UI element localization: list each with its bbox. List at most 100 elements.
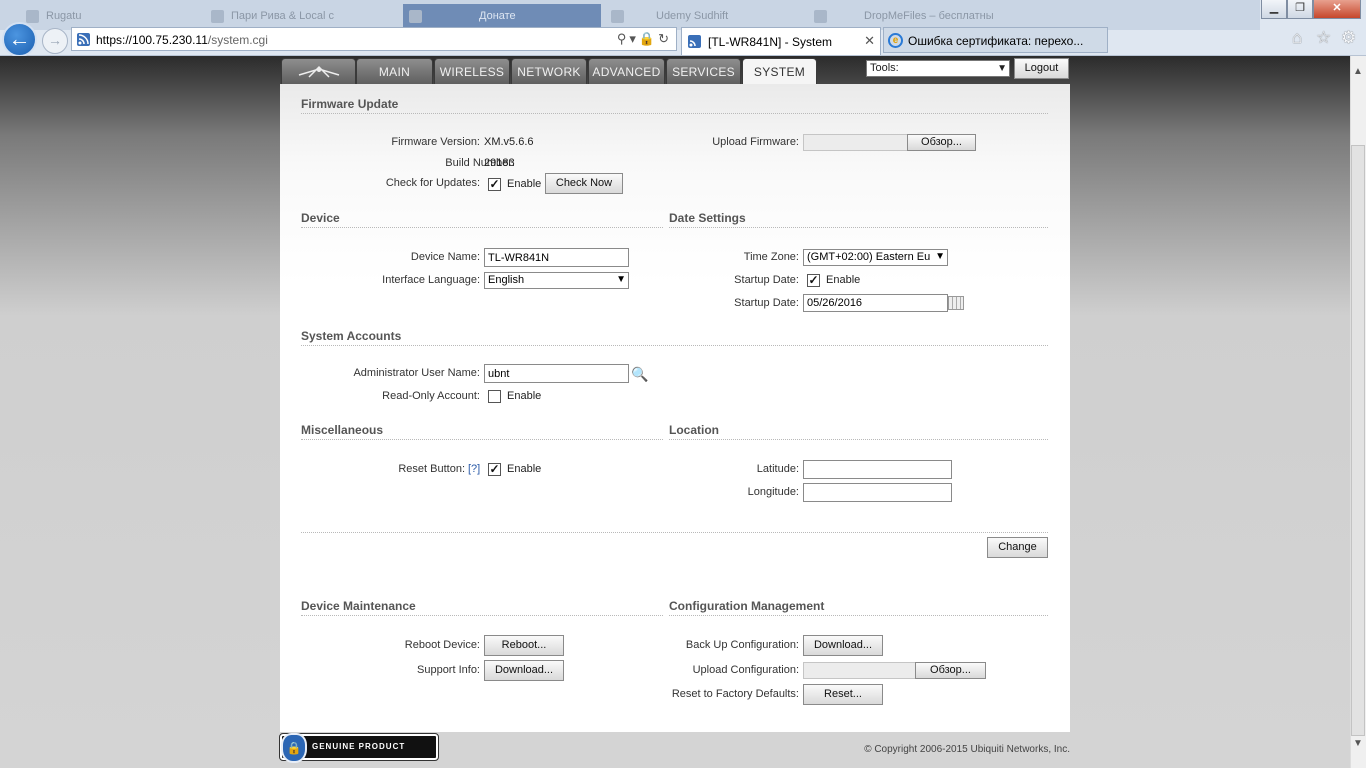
check-updates-enable-label: Enable <box>507 178 542 190</box>
factory-reset-label: Reset to Factory Defaults: <box>671 688 799 700</box>
support-info-download-button[interactable]: Download... <box>484 660 564 681</box>
close-tab-icon[interactable]: ✕ <box>864 33 875 49</box>
section-date-settings: Date Settings <box>669 211 1048 228</box>
tab-wireless[interactable]: WIRELESS <box>434 58 510 84</box>
section-configuration-management: Configuration Management <box>669 599 1048 616</box>
divider <box>301 532 1048 533</box>
backup-config-label: Back Up Configuration: <box>685 639 799 651</box>
upload-firmware-file-field[interactable] <box>803 134 908 151</box>
upload-config-label: Upload Configuration: <box>692 664 799 676</box>
time-zone-value: (GMT+02:00) Eastern Eu <box>807 251 931 263</box>
read-only-enable-text: Enable <box>507 390 542 402</box>
tab-inactive[interactable]: e Ошибка сертификата: перехо... <box>883 27 1108 53</box>
check-updates-checkbox[interactable]: ✓ <box>488 178 501 191</box>
tab-title: [TL-WR841N] - System <box>708 35 833 49</box>
chevron-down-icon: ▼ <box>997 63 1007 74</box>
reboot-button[interactable]: Reboot... <box>484 635 564 656</box>
build-number-value: 29183 <box>484 157 515 169</box>
firmware-browse-button[interactable]: Обзор... <box>907 134 976 151</box>
latitude-input[interactable] <box>803 460 952 479</box>
star-icon[interactable]: ☆ <box>1316 28 1331 48</box>
section-miscellaneous: Miscellaneous <box>301 423 663 440</box>
longitude-label: Longitude: <box>747 486 799 498</box>
read-only-account-label: Read-Only Account: <box>382 390 480 402</box>
interface-language-label: Interface Language: <box>382 274 480 286</box>
longitude-input[interactable] <box>803 483 952 502</box>
background-tab[interactable]: Rugatu <box>20 4 200 28</box>
section-firmware-update: Firmware Update <box>301 97 1048 114</box>
backup-config-download-button[interactable]: Download... <box>803 635 883 656</box>
reset-button-enable-text: Enable <box>507 463 542 475</box>
time-zone-label: Time Zone: <box>743 251 799 263</box>
background-tab[interactable]: Донате <box>403 4 601 28</box>
tab-main[interactable]: MAIN <box>356 58 433 84</box>
read-only-account-checkbox[interactable] <box>488 390 501 403</box>
firmware-version-label: Firmware Version: <box>391 136 480 148</box>
background-tab-strip: Rugatu Пари Рива & Local с Донате Udemy … <box>0 0 1260 30</box>
background-tab[interactable]: Пари Рива & Local с <box>205 4 400 28</box>
tab-system[interactable]: SYSTEM <box>742 58 817 85</box>
rss-icon <box>688 35 701 48</box>
latitude-label: Latitude: <box>756 463 799 475</box>
firmware-version-value: XM.v5.6.6 <box>484 136 534 148</box>
gear-icon[interactable]: ⚙ <box>1341 28 1356 48</box>
upload-firmware-label: Upload Firmware: <box>712 136 799 148</box>
section-device: Device <box>301 211 663 228</box>
tab-advanced[interactable]: ADVANCED <box>588 58 665 84</box>
chevron-down-icon: ▼ <box>616 274 626 285</box>
tab-network[interactable]: NETWORK <box>511 58 587 84</box>
startup-date-input[interactable] <box>803 294 948 312</box>
reset-button-checkbox[interactable]: ✓ <box>488 463 501 476</box>
address-tools-icons[interactable]: ⚲▾🔒↻ <box>617 31 672 47</box>
tab-services[interactable]: SERVICES <box>666 58 741 84</box>
scroll-up-icon[interactable]: ▲ <box>1350 66 1366 86</box>
tab-favicon-icon <box>611 10 624 23</box>
startup-date-label: Startup Date: <box>734 297 799 309</box>
admin-username-input[interactable] <box>484 364 629 383</box>
time-zone-select[interactable]: (GMT+02:00) Eastern Eu ▼ <box>803 249 948 266</box>
tools-label: Tools: <box>870 62 899 74</box>
tab-active[interactable]: [TL-WR841N] - System ✕ <box>681 27 881 55</box>
back-button[interactable]: ← <box>2 22 37 57</box>
scrollbar-thumb[interactable] <box>1351 145 1365 736</box>
interface-language-select[interactable]: English ▼ <box>484 272 629 289</box>
background-tab[interactable]: Udemy Sudhift <box>605 4 805 28</box>
lock-icon: 🔒 <box>281 733 307 763</box>
ubiquiti-logo-tab[interactable] <box>281 58 356 84</box>
calendar-icon[interactable] <box>948 296 964 310</box>
minimize-button[interactable]: ▁ <box>1261 0 1287 19</box>
device-name-input[interactable] <box>484 248 629 267</box>
build-number-label: Build Number: <box>445 157 515 169</box>
tab-title: Ошибка сертификата: перехо... <box>908 34 1084 48</box>
close-button[interactable]: ✕ <box>1313 0 1361 19</box>
scroll-down-icon[interactable]: ▼ <box>1350 738 1366 754</box>
restore-button[interactable]: ❐ <box>1287 0 1313 19</box>
tools-dropdown[interactable]: Tools: ▼ <box>866 60 1010 77</box>
help-link[interactable]: [?] <box>468 463 480 475</box>
reset-button-label: Reset Button: <box>398 463 465 475</box>
device-name-label: Device Name: <box>410 251 480 263</box>
upload-config-file-field[interactable] <box>803 662 916 679</box>
startup-date-enable-label: Startup Date: <box>734 274 799 286</box>
tab-favicon-icon <box>409 10 422 23</box>
section-device-maintenance: Device Maintenance <box>301 599 663 616</box>
home-icon[interactable]: ⌂ <box>1292 28 1302 48</box>
change-button[interactable]: Change <box>987 537 1048 558</box>
check-now-button[interactable]: Check Now <box>545 173 623 194</box>
config-browse-button[interactable]: Обзор... <box>915 662 986 679</box>
rss-icon <box>77 33 90 46</box>
background-tab[interactable]: DropMeFiles – бесплатны <box>808 4 1028 28</box>
logout-button[interactable]: Logout <box>1014 58 1069 79</box>
copyright-text: © Copyright 2006-2015 Ubiquiti Networks,… <box>864 744 1070 755</box>
chevron-down-icon: ▼ <box>935 250 945 263</box>
ubiquiti-logo-icon <box>298 65 339 78</box>
address-bar[interactable]: https://100.75.230.11/system.cgi ⚲▾🔒↻ <box>71 27 677 51</box>
factory-reset-button[interactable]: Reset... <box>803 684 883 705</box>
reboot-device-label: Reboot Device: <box>404 639 480 651</box>
interface-language-value: English <box>488 274 525 286</box>
tab-favicon-icon <box>814 10 827 23</box>
startup-date-checkbox[interactable]: ✓ <box>807 274 820 287</box>
search-icon[interactable]: 🔍 <box>631 366 648 383</box>
forward-button[interactable]: → <box>42 28 68 54</box>
url-text: https://100.75.230.11/system.cgi <box>96 33 268 47</box>
